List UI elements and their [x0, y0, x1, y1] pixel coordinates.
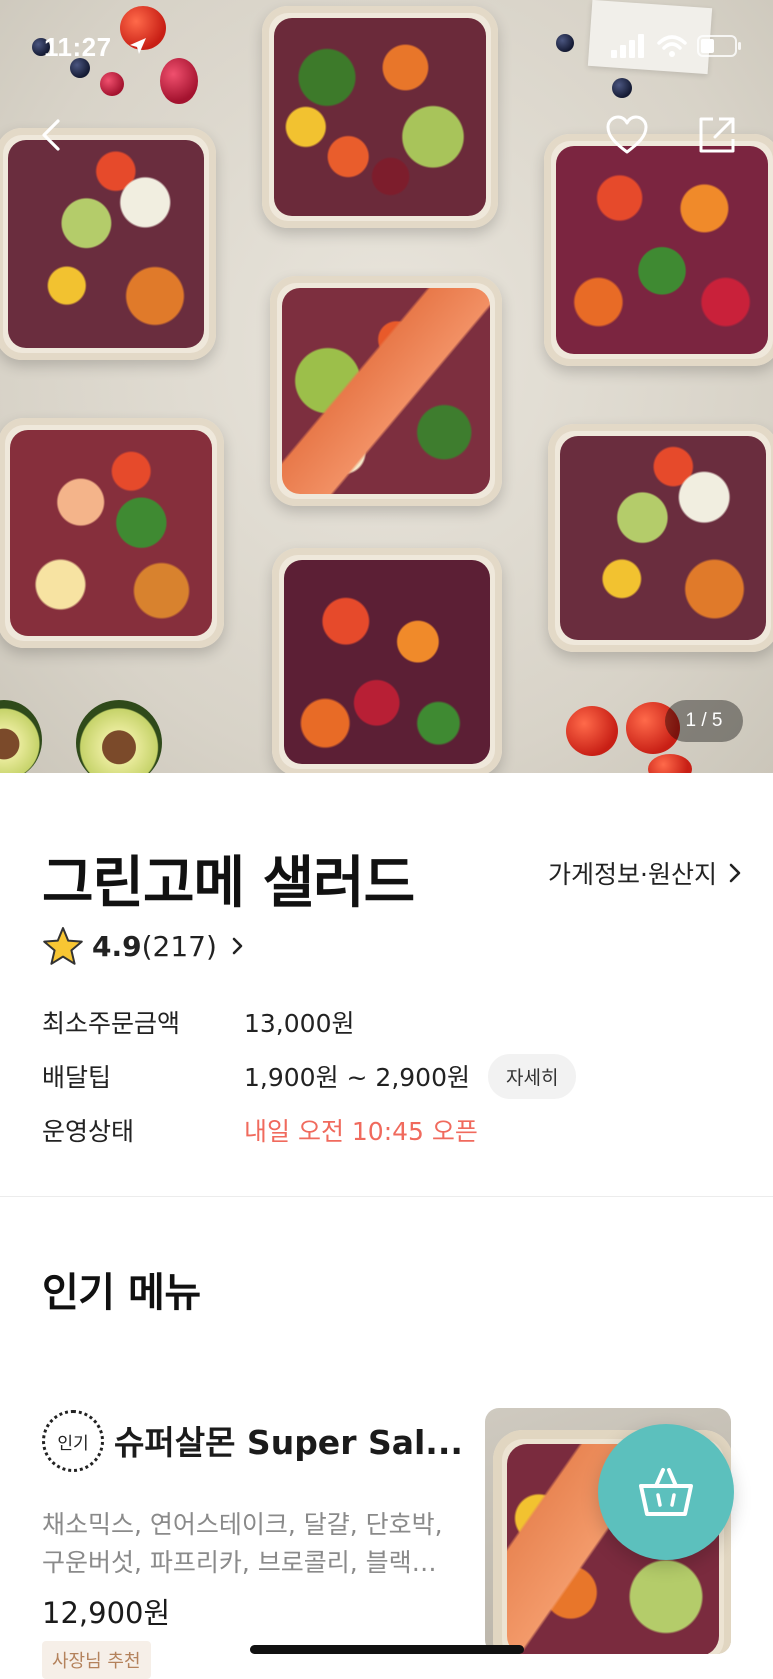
salad-bowl	[0, 418, 224, 648]
tomato-decoration	[566, 706, 618, 756]
back-arrow-icon	[42, 119, 60, 151]
share-icon	[699, 117, 735, 153]
star-icon	[43, 927, 83, 965]
store-info-origin-link[interactable]: 가게정보·원산지	[548, 855, 743, 891]
menu-item-description: 채소믹스, 연어스테이크, 달걀, 단호박, 구운버섯, 파프리카, 브로콜리,…	[42, 1510, 443, 1577]
delivery-tip-label: 배달팁	[42, 1063, 112, 1092]
tomato-decoration	[648, 754, 692, 773]
share-button[interactable]	[692, 110, 742, 160]
review-count: (217)	[141, 929, 217, 963]
rating-reviews-link[interactable]: 4.9 (217)	[42, 922, 245, 970]
delivery-tip-row: 배달팁 1,900원 ~ 2,900원 자세히	[42, 1049, 577, 1103]
operation-status-value: 내일 오전 10:45 오픈	[244, 1117, 478, 1146]
min-order-value: 13,000원	[244, 1009, 355, 1038]
section-divider	[0, 1196, 773, 1197]
store-info-link-label: 가게정보·원산지	[548, 860, 717, 889]
salad-bowl	[548, 424, 773, 652]
store-info-table: 최소주문금액 13,000원 배달팁 1,900원 ~ 2,900원 자세히 운…	[42, 995, 577, 1157]
salad-bowl	[544, 134, 773, 366]
wifi-icon	[657, 35, 687, 57]
shopping-basket-icon	[639, 1468, 693, 1516]
popular-menu-title: 인기 메뉴	[42, 1270, 201, 1316]
cellular-signal-icon	[611, 34, 644, 58]
back-button[interactable]	[28, 110, 78, 160]
avocado-decoration	[0, 700, 42, 773]
min-order-row: 최소주문금액 13,000원	[42, 995, 576, 1049]
operation-status-label: 운영상태	[42, 1117, 135, 1146]
heart-icon	[606, 115, 648, 154]
image-page-indicator: 1 / 5	[665, 700, 743, 742]
status-bar: 11:27	[0, 0, 773, 92]
location-arrow-icon	[130, 38, 146, 54]
rating-score: 4.9	[92, 929, 142, 963]
operation-status-row: 운영상태 내일 오전 10:45 오픈	[42, 1103, 576, 1157]
status-time: 11:27	[44, 32, 112, 62]
delivery-tip-detail-button[interactable]: 자세히	[487, 1053, 577, 1099]
store-hero-image[interactable]	[0, 0, 773, 773]
favorite-button[interactable]	[602, 110, 652, 160]
salad-bowl	[272, 548, 502, 773]
store-name: 그린고메 샐러드	[42, 851, 415, 916]
delivery-tip-value: 1,900원 ~ 2,900원	[244, 1063, 470, 1092]
menu-item-name: 슈퍼살몬 Super Sal...	[114, 1423, 463, 1462]
avocado-decoration	[76, 700, 162, 773]
home-indicator	[250, 1645, 524, 1654]
popular-badge: 인기	[42, 1410, 104, 1472]
battery-icon	[697, 35, 741, 57]
chevron-right-icon	[232, 937, 243, 955]
chevron-right-icon	[729, 863, 741, 883]
menu-item-price: 12,900원	[42, 1596, 171, 1630]
min-order-label: 최소주문금액	[42, 1009, 181, 1038]
salad-bowl	[270, 276, 502, 506]
cart-button[interactable]	[598, 1424, 734, 1560]
owner-recommend-tag: 사장님 추천	[42, 1641, 151, 1679]
salad-bowl	[0, 128, 216, 360]
